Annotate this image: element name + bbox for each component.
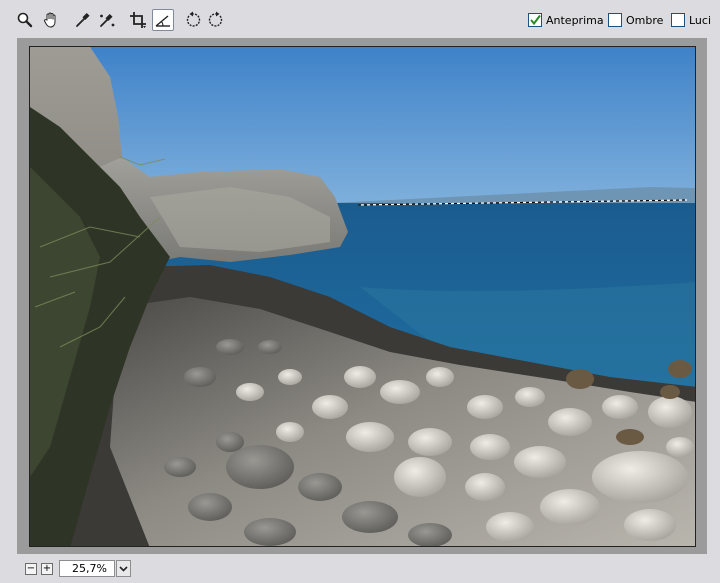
color-sampler-icon [100,13,115,27]
zoom-level-field[interactable]: 25,7% [59,560,115,577]
toolbar: Anteprima Ombre Luci [0,0,720,40]
shadows-label[interactable]: Ombre [626,14,663,27]
zoom-in-button[interactable]: + [41,563,53,575]
rotate-cw-icon [208,11,223,27]
crop-tool-button[interactable] [127,9,149,31]
rotate-ccw-icon [186,11,201,27]
rotate-left-tool-button[interactable] [182,9,204,31]
checkbox-box[interactable] [608,13,622,27]
straighten-tool-button[interactable] [152,9,174,31]
minus-icon: − [26,563,36,574]
shadows-checkbox[interactable]: Ombre [608,12,663,28]
hand-tool-button[interactable] [40,9,62,31]
crop-icon [130,12,146,28]
highlights-label[interactable]: Luci [689,14,711,27]
zoom-dropdown-button[interactable] [116,560,131,577]
checkbox-box[interactable] [671,13,685,27]
zoom-out-button[interactable]: − [25,563,37,575]
magnifier-icon [17,12,33,28]
photo-canvas [30,47,695,546]
zoom-tool-button[interactable] [14,9,36,31]
image-preview[interactable] [29,46,696,547]
eyedropper-icon [76,12,90,27]
chevron-down-icon [119,565,128,572]
color-sampler-tool-button[interactable] [96,9,118,31]
checkbox-box[interactable] [528,13,542,27]
preview-label[interactable]: Anteprima [546,14,604,27]
straighten-icon [155,15,170,27]
plus-icon: + [42,563,52,574]
highlights-checkbox[interactable]: Luci [671,12,711,28]
status-bar: − + 25,7% [0,554,720,583]
rotate-right-tool-button[interactable] [205,9,227,31]
hand-icon [43,12,56,28]
eyedropper-tool-button[interactable] [72,9,94,31]
checkmark-icon [530,14,541,26]
preview-checkbox[interactable]: Anteprima [528,12,604,28]
